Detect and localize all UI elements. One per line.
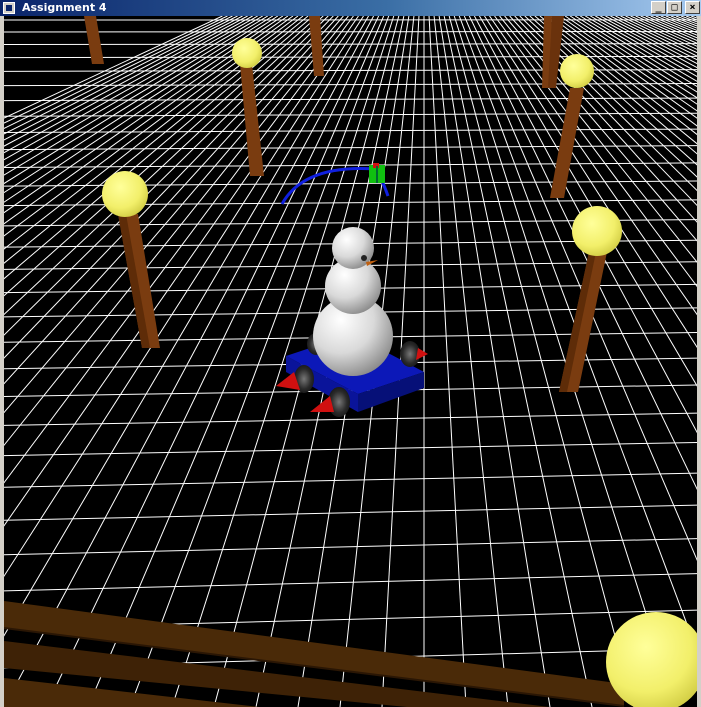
minimize-button[interactable]: _ xyxy=(651,1,666,14)
close-button[interactable]: × xyxy=(685,1,700,14)
snowman-eye xyxy=(361,255,367,261)
target-marker xyxy=(369,163,385,183)
scene-canvas[interactable] xyxy=(4,16,697,707)
window-title: Assignment 4 xyxy=(22,1,107,14)
maximize-button[interactable]: □ xyxy=(667,1,682,14)
app-icon[interactable] xyxy=(3,2,15,14)
lamp-globe xyxy=(102,171,148,217)
opengl-viewport[interactable] xyxy=(0,16,701,707)
lamp-globe xyxy=(232,38,262,68)
lamp-globe xyxy=(572,206,622,256)
window-titlebar: Assignment 4 _ □ × xyxy=(0,0,701,16)
lamp-globe xyxy=(560,54,594,88)
